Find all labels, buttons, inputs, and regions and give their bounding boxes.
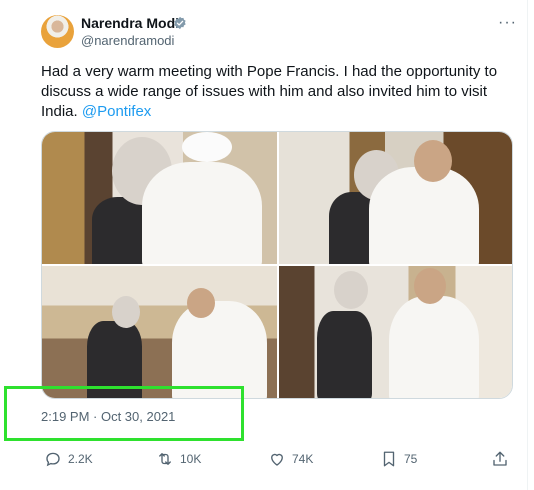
verified-icon	[174, 16, 186, 30]
photo-3[interactable]	[42, 266, 277, 398]
reply-count: 2.2K	[68, 452, 93, 466]
bookmark-icon	[383, 451, 395, 467]
like-icon	[271, 453, 283, 466]
photo-2[interactable]	[279, 132, 512, 264]
repost-button[interactable]: 10K	[156, 450, 201, 468]
bookmark-count: 75	[404, 452, 418, 466]
share-button[interactable]	[491, 450, 509, 468]
post-container: Narendra Modi @narendramodi ··· Had a ve…	[0, 0, 528, 490]
photo-1[interactable]	[42, 132, 277, 264]
photo-4[interactable]	[279, 266, 512, 398]
post-text: Had a very warm meeting with Pope Franci…	[41, 62, 501, 122]
repost-count: 10K	[180, 452, 202, 466]
highlight-box	[4, 386, 244, 441]
mention-link[interactable]: @Pontifex	[82, 103, 151, 120]
like-count: 74K	[292, 452, 314, 466]
reply-button[interactable]: 2.2K	[44, 450, 93, 468]
photo-grid	[41, 131, 513, 399]
author-handle[interactable]: @narendramodi	[81, 33, 174, 48]
avatar[interactable]	[41, 15, 74, 48]
action-bar: 2.2K 10K 74K 75	[41, 450, 511, 472]
like-button[interactable]: 74K	[268, 450, 313, 468]
more-icon[interactable]: ···	[498, 14, 517, 32]
bookmark-button[interactable]: 75	[380, 450, 417, 468]
share-icon	[493, 451, 507, 466]
reply-icon	[46, 452, 60, 467]
repost-icon	[159, 453, 171, 465]
author-name[interactable]: Narendra Modi	[81, 15, 179, 31]
